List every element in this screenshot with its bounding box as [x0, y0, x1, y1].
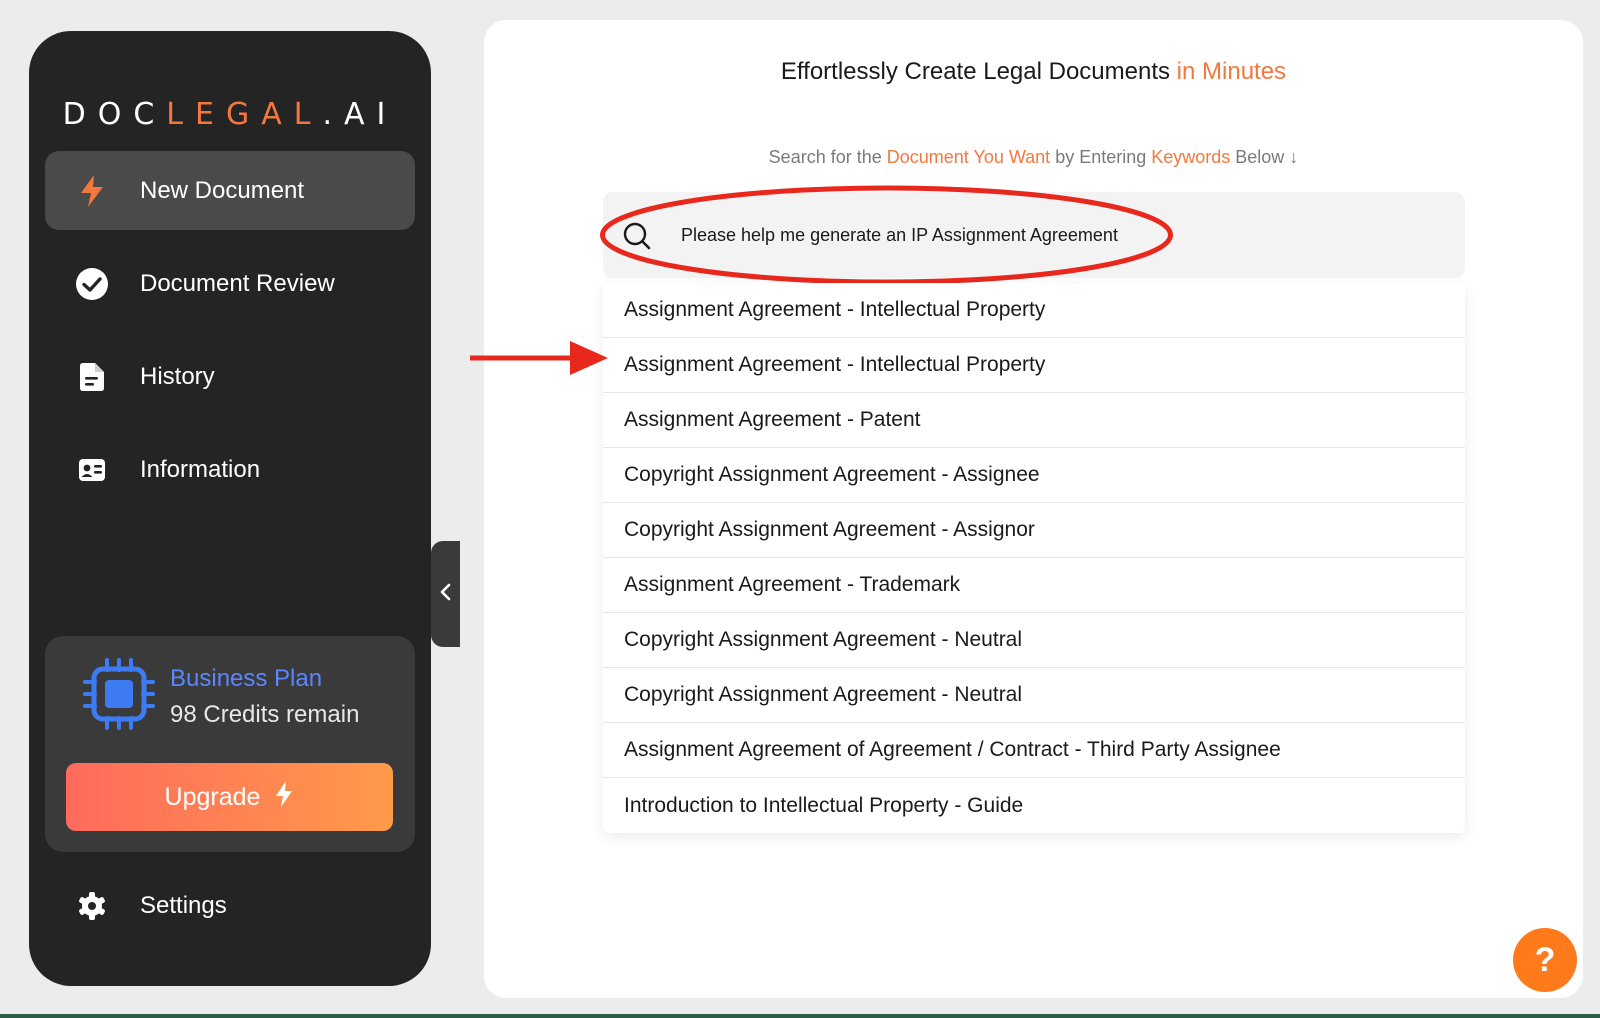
plan-credits: 98 Credits remain [170, 701, 360, 728]
sidebar-collapse-button[interactable] [431, 541, 460, 647]
search-result-item[interactable]: Assignment Agreement - Intellectual Prop… [603, 283, 1465, 338]
page-title: Effortlessly Create Legal Documents in M… [484, 58, 1583, 86]
nav-new-document[interactable]: New Document [45, 151, 415, 230]
logo: DOCLEGAL.AI [29, 97, 431, 132]
subline-part: by Entering [1050, 147, 1152, 167]
id-card-icon [75, 453, 109, 487]
search-result-item[interactable]: Copyright Assignment Agreement - Assigne… [603, 448, 1465, 503]
nav-label: New Document [140, 176, 305, 204]
plan-card: Business Plan 98 Credits remain Upgrade [45, 636, 415, 852]
logo-part-2: LEGAL [166, 97, 323, 132]
bottom-strip [0, 1014, 1600, 1018]
subline-accent: Document You Want [886, 147, 1051, 167]
check-circle-icon [75, 267, 109, 301]
upgrade-button[interactable]: Upgrade [66, 763, 393, 831]
search-result-item[interactable]: Copyright Assignment Agreement - Neutral [603, 668, 1465, 723]
document-icon [75, 360, 109, 394]
search-input[interactable] [681, 225, 1401, 246]
upgrade-label: Upgrade [164, 782, 261, 811]
search-result-item[interactable]: Assignment Agreement - Intellectual Prop… [603, 338, 1465, 393]
subline-part: Search for the [768, 147, 887, 167]
main-panel: Effortlessly Create Legal Documents in M… [484, 20, 1583, 998]
search-box[interactable] [603, 192, 1465, 278]
subline-part: Below ↓ [1230, 147, 1299, 167]
chevron-left-icon [439, 582, 453, 607]
search-result-item[interactable]: Copyright Assignment Agreement - Assigno… [603, 503, 1465, 558]
search-result-item[interactable]: Assignment Agreement - Patent [603, 393, 1465, 448]
search-results-list: Assignment Agreement - Intellectual Prop… [603, 283, 1465, 833]
search-instructions: Search for the Document You Want by Ente… [484, 147, 1583, 168]
nav-information[interactable]: Information [45, 430, 415, 509]
subline-accent: Keywords [1151, 147, 1231, 167]
bolt-icon [75, 174, 109, 208]
search-result-item[interactable]: Assignment Agreement - Trademark [603, 558, 1465, 613]
search-icon [622, 221, 652, 251]
gear-icon [75, 889, 109, 923]
sidebar: DOCLEGAL.AI New Document Document Review… [29, 31, 460, 986]
nav-document-review[interactable]: Document Review [45, 244, 415, 323]
nav-history[interactable]: History [45, 337, 415, 416]
search-result-item[interactable]: Copyright Assignment Agreement - Neutral [603, 613, 1465, 668]
nav-settings[interactable]: Settings [45, 866, 415, 945]
plan-name: Business Plan [170, 665, 323, 692]
nav-label: Document Review [140, 269, 335, 297]
search-result-item[interactable]: Introduction to Intellectual Property - … [603, 778, 1465, 833]
headline-text: Effortlessly Create Legal Documents [780, 58, 1177, 85]
help-button[interactable]: ? [1513, 928, 1577, 992]
logo-part-3: .AI [322, 97, 398, 132]
cpu-chip-icon [81, 656, 157, 732]
nav-label: Information [140, 455, 261, 483]
search-result-item[interactable]: Assignment Agreement of Agreement / Cont… [603, 723, 1465, 778]
nav-label: History [140, 362, 215, 390]
headline-accent: in Minutes [1176, 58, 1287, 85]
bolt-icon [274, 780, 294, 815]
logo-part-1: DOC [62, 97, 167, 132]
nav-label: Settings [140, 891, 227, 919]
